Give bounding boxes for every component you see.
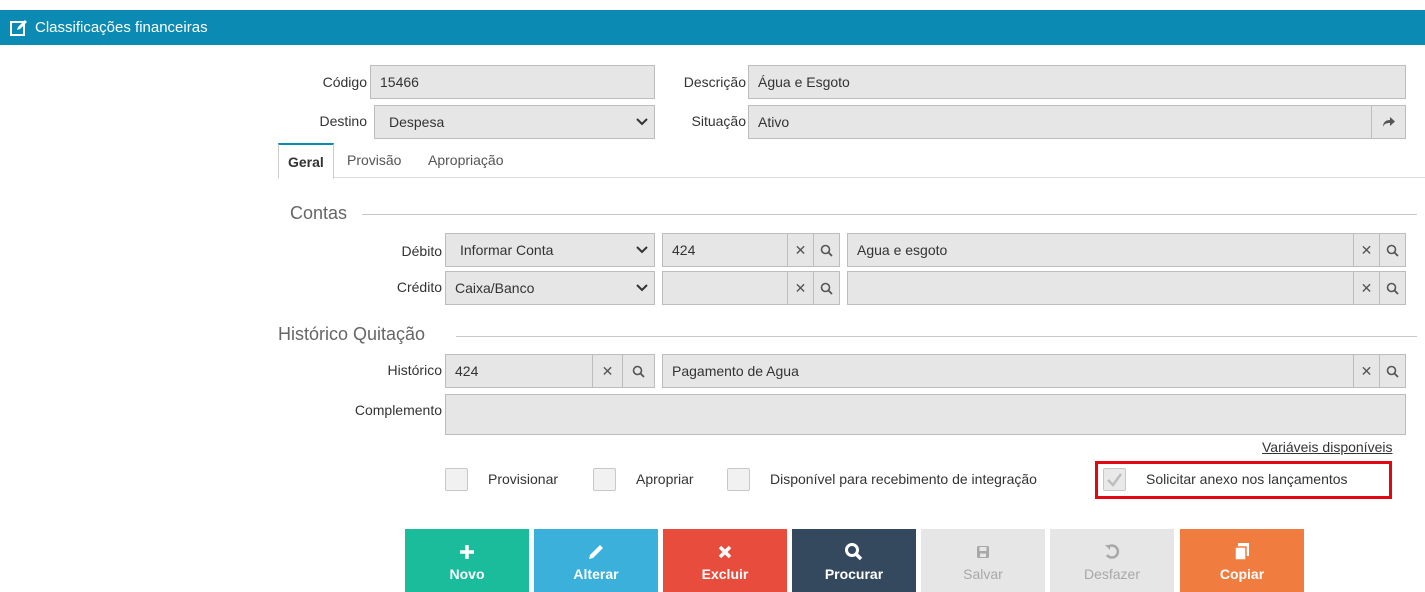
descricao-value: Água e Esgoto — [758, 74, 850, 90]
tab-apropriacao[interactable]: Apropriação — [428, 143, 504, 179]
provisionar-label: Provisionar — [488, 471, 559, 487]
debito-codigo-value: 424 — [672, 242, 696, 258]
situacao-field: Ativo — [748, 105, 1406, 139]
tab-geral[interactable]: Geral — [278, 143, 334, 179]
contas-section-line — [362, 214, 1417, 215]
credito-tipo-value: Caixa/Banco — [455, 280, 535, 296]
debito-tipo-value: Informar Conta — [460, 242, 554, 258]
chevron-down-icon — [630, 118, 654, 126]
chevron-down-icon — [630, 246, 654, 254]
contas-section-title: Contas — [290, 203, 348, 223]
search-icon[interactable] — [1379, 355, 1405, 387]
credito-tipo-select[interactable]: Caixa/Banco — [445, 271, 655, 305]
variaveis-link[interactable]: Variáveis disponíveis — [1262, 439, 1392, 455]
check-icon — [1107, 473, 1123, 487]
chevron-down-icon — [630, 284, 654, 292]
excluir-label: Excluir — [701, 565, 749, 582]
search-icon — [844, 540, 864, 564]
clear-icon[interactable]: ✕ — [1353, 234, 1379, 266]
clear-icon[interactable]: ✕ — [592, 355, 622, 387]
destino-label: Destino — [319, 113, 367, 129]
novo-button[interactable]: Novo — [405, 529, 529, 592]
debito-codigo-field[interactable]: 424 ✕ — [662, 233, 840, 267]
destino-select[interactable]: Despesa — [374, 105, 655, 139]
codigo-label: Código — [322, 74, 367, 90]
clear-icon[interactable]: ✕ — [1353, 272, 1379, 304]
situacao-label: Situação — [691, 113, 746, 129]
copy-icon — [1233, 540, 1251, 564]
alterar-label: Alterar — [573, 565, 619, 582]
search-icon[interactable] — [1379, 234, 1405, 266]
page-title: Classificações financeiras — [35, 19, 208, 36]
close-icon — [717, 540, 733, 564]
search-icon[interactable] — [622, 355, 654, 387]
descricao-label: Descrição — [683, 74, 746, 90]
search-icon[interactable] — [1379, 272, 1405, 304]
clear-icon[interactable]: ✕ — [1353, 355, 1379, 387]
anexo-label: Solicitar anexo nos lançamentos — [1146, 471, 1348, 487]
excluir-button[interactable]: Excluir — [663, 529, 787, 592]
historico-section-title: Histórico Quitação — [278, 324, 426, 344]
descricao-field[interactable]: Água e Esgoto — [748, 65, 1406, 99]
credito-codigo-field[interactable]: ✕ — [662, 271, 840, 305]
procurar-label: Procurar — [824, 565, 884, 582]
desfazer-label: Desfazer — [1083, 565, 1141, 582]
historico-descricao-field[interactable]: Pagamento de Agua ✕ — [662, 354, 1406, 388]
tab-provisao-label: Provisão — [347, 152, 402, 168]
edit-icon — [10, 19, 28, 37]
integracao-label: Disponível para recebimento de integraçã… — [770, 471, 1037, 487]
app-header: Classificações financeiras — [0, 10, 1425, 45]
complemento-field[interactable] — [445, 394, 1406, 435]
debito-tipo-select[interactable]: Informar Conta — [445, 233, 655, 267]
apropriar-checkbox[interactable] — [593, 468, 616, 491]
clear-icon[interactable]: ✕ — [787, 272, 813, 304]
salvar-button[interactable]: Salvar — [921, 529, 1045, 592]
anexo-checkbox[interactable] — [1103, 468, 1126, 491]
save-icon — [975, 540, 991, 564]
salvar-label: Salvar — [963, 565, 1003, 582]
tab-geral-label: Geral — [288, 154, 324, 170]
undo-icon — [1103, 540, 1121, 564]
tab-provisao[interactable]: Provisão — [347, 143, 401, 179]
alterar-button[interactable]: Alterar — [534, 529, 658, 592]
copiar-button[interactable]: Copiar — [1180, 529, 1304, 592]
novo-label: Novo — [449, 565, 485, 582]
debito-label: Débito — [401, 243, 442, 259]
credito-label: Crédito — [396, 279, 442, 295]
plus-icon — [458, 540, 476, 564]
share-icon[interactable] — [1371, 106, 1405, 138]
historico-codigo-field[interactable]: 424 ✕ — [445, 354, 655, 388]
historico-section-line — [456, 336, 1417, 337]
historico-codigo-value: 424 — [455, 363, 479, 379]
search-icon[interactable] — [813, 272, 839, 304]
desfazer-button[interactable]: Desfazer — [1050, 529, 1174, 592]
codigo-field[interactable]: 15466 — [370, 65, 655, 99]
situacao-value: Ativo — [758, 114, 790, 130]
credito-descricao-field[interactable]: ✕ — [847, 271, 1406, 305]
historico-descricao-value: Pagamento de Agua — [672, 363, 799, 379]
complemento-label: Complemento — [354, 402, 442, 418]
clear-icon[interactable]: ✕ — [787, 234, 813, 266]
historico-label: Histórico — [387, 362, 442, 378]
debito-descricao-field[interactable]: Agua e esgoto ✕ — [847, 233, 1406, 267]
codigo-value: 15466 — [380, 74, 419, 90]
tab-apropriacao-label: Apropriação — [428, 152, 504, 168]
search-icon[interactable] — [813, 234, 839, 266]
provisionar-checkbox[interactable] — [445, 468, 468, 491]
copiar-label: Copiar — [1219, 565, 1265, 582]
pencil-icon — [586, 540, 606, 564]
integracao-checkbox[interactable] — [727, 468, 750, 491]
debito-descricao-value: Agua e esgoto — [857, 242, 948, 258]
apropriar-label: Apropriar — [636, 471, 694, 487]
procurar-button[interactable]: Procurar — [792, 529, 916, 592]
destino-value: Despesa — [389, 114, 445, 130]
